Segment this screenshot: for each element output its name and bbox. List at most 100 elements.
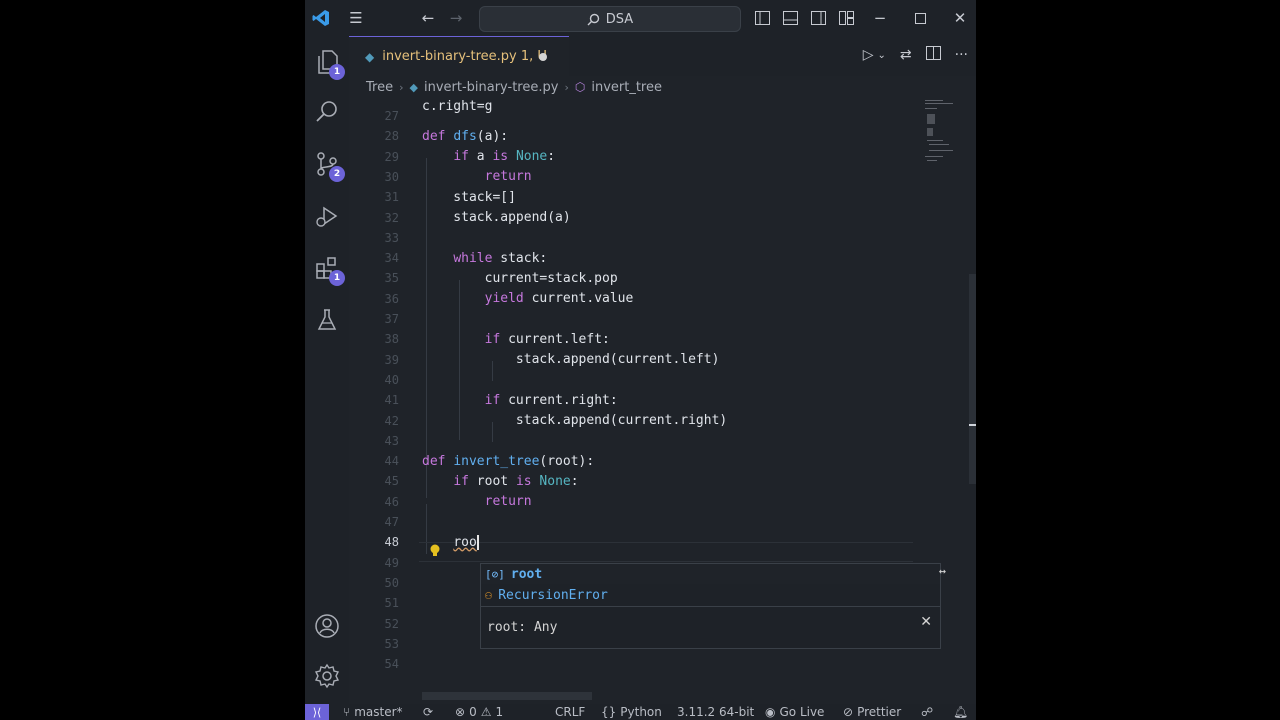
- braces-icon: {}: [601, 705, 617, 719]
- suggestion-item-root[interactable]: [⊘] root: [481, 564, 940, 584]
- code-line: 35 current=stack.pop: [349, 268, 909, 288]
- settings-gear-icon[interactable]: [311, 660, 343, 692]
- close-icon[interactable]: ✕: [920, 614, 932, 630]
- code-text: if current.left:: [484, 331, 610, 347]
- open-changes-icon[interactable]: ⇄: [900, 47, 912, 63]
- eol-status[interactable]: CRLF: [555, 704, 585, 720]
- line-number: 52: [384, 616, 399, 631]
- code-line: 38 if current.left:: [349, 329, 909, 349]
- line-number: 47: [384, 515, 399, 529]
- language-status[interactable]: {} Python: [601, 704, 662, 720]
- code-line: 27: [349, 106, 909, 126]
- go-live-label: Go Live: [779, 705, 825, 719]
- code-text: stack=[]: [422, 189, 516, 205]
- code-text: while stack:: [453, 250, 548, 266]
- code-line: 34 while stack:: [349, 248, 909, 268]
- error-count: 0: [469, 705, 477, 719]
- suggestion-label: RecursionError: [498, 587, 608, 603]
- source-control-badge: 2: [329, 166, 345, 182]
- code-line: 46 return: [349, 492, 909, 512]
- testing-flask-icon[interactable]: [311, 304, 343, 336]
- run-python-file-icon[interactable]: ▷: [863, 47, 874, 63]
- minimap[interactable]: [921, 98, 971, 178]
- breadcrumb: Tree › ◆ invert-binary-tree.py › ⬡ inver…: [349, 76, 976, 98]
- sync-icon[interactable]: ⟳: [423, 704, 433, 720]
- vscode-window: ☰ ← → DSA − ✕ 1 2 1 ◆ invert-binary-tree…: [305, 0, 976, 720]
- variable-icon: [⊘]: [485, 567, 505, 581]
- line-number: 30: [384, 169, 399, 184]
- git-branch-icon: ⑂: [343, 705, 351, 719]
- feedback-icon[interactable]: ☍: [921, 704, 933, 720]
- code-text: def dfs(a):: [422, 128, 509, 144]
- notifications-bell-icon[interactable]: 🔔︎: [953, 704, 968, 720]
- tab-invert-binary-tree[interactable]: ◆ invert-binary-tree.py 1, U: [349, 36, 569, 76]
- maximize-icon[interactable]: [911, 8, 929, 28]
- code-line: 36 yield current.value: [349, 289, 909, 309]
- resize-arrows-icon[interactable]: ↔: [939, 564, 946, 578]
- code-line: 45 if root is None:: [349, 471, 909, 491]
- toggle-primary-sidebar-icon[interactable]: [753, 8, 771, 28]
- menu-icon[interactable]: ☰: [345, 8, 367, 28]
- autocomplete-suggestions: [⊘] root ⚇ RecursionError root: Any ✕ ↔: [480, 563, 946, 649]
- activity-bar: 1 2 1: [305, 36, 349, 704]
- problems-status[interactable]: ⊗ 0 ⚠ 1: [455, 704, 503, 720]
- line-number: 48: [384, 535, 399, 550]
- branch-status[interactable]: ⑂ master*: [343, 704, 403, 720]
- unsaved-dot-icon[interactable]: [539, 53, 547, 61]
- code-line: 41 if current.right:: [349, 390, 909, 410]
- class-icon: ⚇: [485, 588, 493, 602]
- prettier-label: Prettier: [857, 705, 902, 719]
- error-icon: ⊗: [455, 705, 466, 719]
- run-dropdown-chevron-icon[interactable]: ⌄: [878, 50, 886, 61]
- minimize-icon[interactable]: −: [871, 8, 889, 28]
- suggestion-detail: root: Any: [481, 606, 940, 648]
- chevron-right-icon: ›: [564, 80, 569, 94]
- line-number: 28: [384, 129, 399, 144]
- code-line: 54: [349, 654, 909, 674]
- toggle-panel-icon[interactable]: [781, 8, 799, 28]
- extensions-icon[interactable]: 1: [311, 252, 345, 286]
- code-text: stack.append(current.right): [422, 413, 728, 428]
- code-text: return: [484, 494, 532, 510]
- prettier-status[interactable]: ⊘ Prettier: [843, 704, 901, 720]
- code-line: 29 if a is None:: [349, 147, 909, 167]
- breadcrumb-symbol[interactable]: invert_tree: [591, 80, 662, 95]
- search-text: DSA: [605, 11, 634, 27]
- line-number: 41: [384, 393, 399, 408]
- breadcrumb-file[interactable]: invert-binary-tree.py: [424, 80, 558, 95]
- line-number: 38: [384, 332, 399, 347]
- customize-layout-icon[interactable]: [837, 8, 855, 28]
- function-symbol-icon: ⬡: [574, 80, 586, 94]
- line-number: 31: [384, 190, 399, 205]
- suggestion-item-recursionerror[interactable]: ⚇ RecursionError: [481, 585, 940, 605]
- breadcrumb-folder[interactable]: Tree: [366, 80, 393, 95]
- command-center-search[interactable]: DSA: [479, 6, 741, 32]
- line-number: 34: [384, 251, 399, 266]
- explorer-badge: 1: [329, 64, 345, 80]
- remote-indicator-icon[interactable]: ⟩⟨: [305, 704, 329, 720]
- search-icon[interactable]: [311, 96, 343, 128]
- account-icon[interactable]: [311, 610, 343, 642]
- lightbulb-icon[interactable]: [429, 544, 441, 562]
- go-live-button[interactable]: ◉ Go Live: [765, 704, 824, 720]
- back-arrow-icon[interactable]: ←: [417, 8, 439, 28]
- interpreter-status[interactable]: 3.11.2 64-bit: [677, 704, 754, 720]
- more-actions-icon[interactable]: ···: [955, 47, 968, 63]
- code-line: 42 stack.append(current.right): [349, 411, 909, 431]
- close-window-icon[interactable]: ✕: [951, 8, 969, 28]
- branch-name: master*: [354, 705, 403, 719]
- horizontal-scrollbar[interactable]: [422, 692, 592, 700]
- vertical-scrollbar[interactable]: [969, 274, 976, 484]
- run-debug-icon[interactable]: [311, 200, 343, 232]
- editor-tab-bar: ◆ invert-binary-tree.py 1, U ▷ ⌄ ⇄ ···: [349, 36, 976, 76]
- python-file-icon: ◆: [365, 49, 375, 64]
- split-editor-icon[interactable]: [925, 46, 941, 64]
- code-text: if current.right:: [484, 392, 618, 408]
- source-control-icon[interactable]: 2: [311, 148, 345, 182]
- editor-actions: ▷ ⌄ ⇄ ···: [863, 46, 968, 64]
- forward-arrow-icon[interactable]: →: [445, 8, 467, 28]
- code-text: stack.append(a): [422, 210, 571, 225]
- line-number: 32: [384, 210, 399, 225]
- explorer-icon[interactable]: 1: [311, 46, 345, 80]
- toggle-secondary-sidebar-icon[interactable]: [809, 8, 827, 28]
